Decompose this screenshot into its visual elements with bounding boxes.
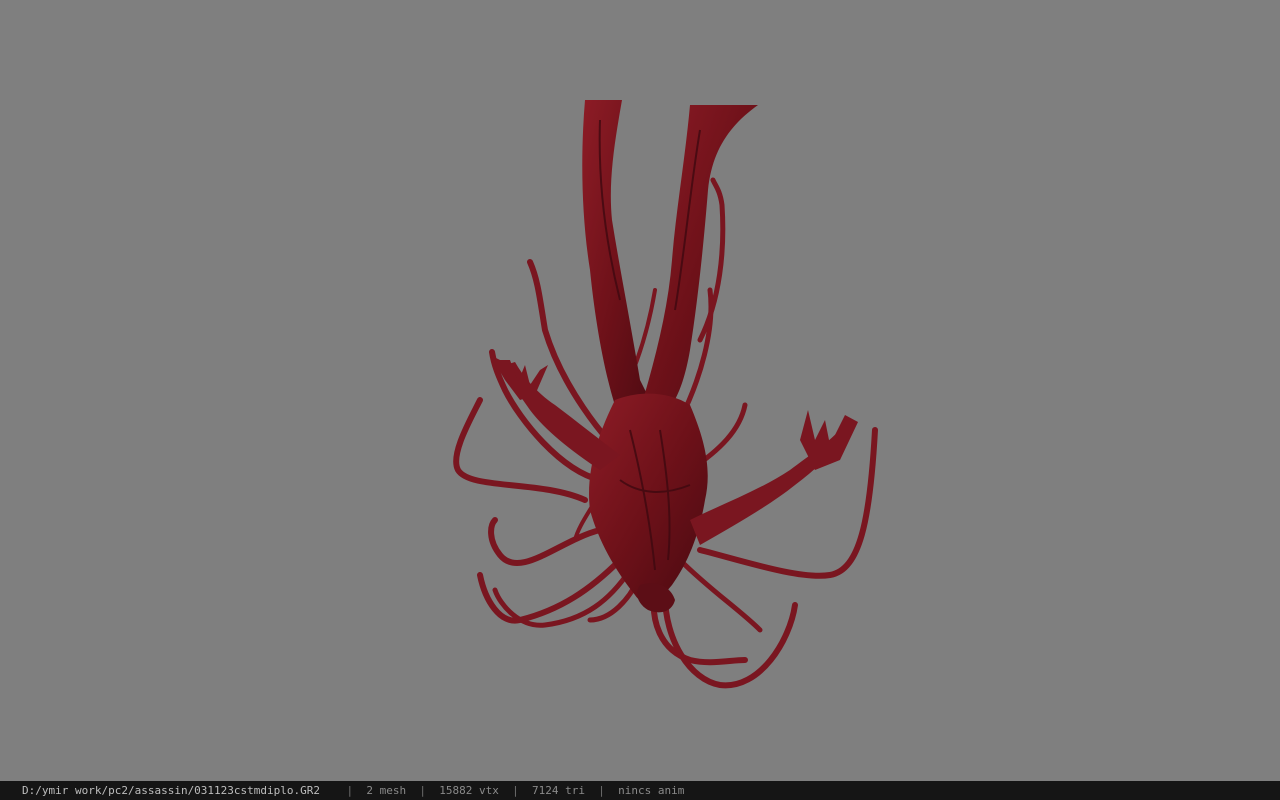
model-viewer-window: D:/ymir work/pc2/assassin/031123cstmdipl… [0,0,1280,800]
status-separator: | [512,784,519,797]
status-mesh-count: 2 mesh [366,784,407,797]
model-body [490,100,858,613]
status-animation: nincs anim [618,784,685,797]
status-vertex-count: 15882 vtx [439,784,499,797]
status-bar: D:/ymir work/pc2/assassin/031123cstmdipl… [0,781,1280,800]
status-file-path: D:/ymir work/pc2/assassin/031123cstmdipl… [22,784,321,797]
status-triangle-count: 7124 tri [532,784,585,797]
character-model [453,100,878,689]
3d-viewport[interactable] [0,0,1280,781]
status-separator: | [598,784,605,797]
